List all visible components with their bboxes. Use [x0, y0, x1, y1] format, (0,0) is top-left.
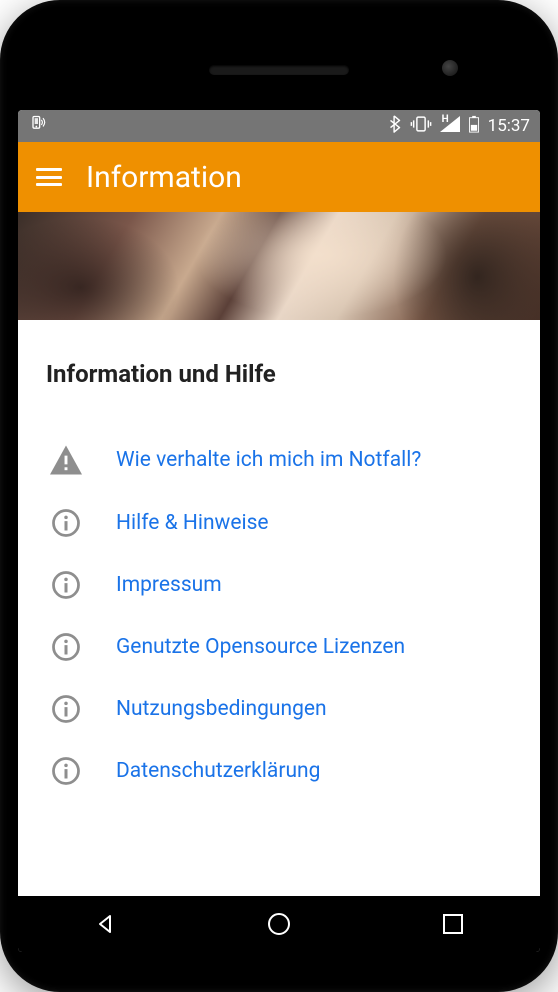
- vibrate-icon: [410, 115, 432, 137]
- info-icon: [46, 756, 86, 786]
- network-type-label: H: [442, 114, 449, 125]
- back-button[interactable]: [85, 904, 125, 944]
- speaker-slot: [209, 65, 349, 75]
- system-nav-bar: [18, 896, 540, 952]
- clock-text: 15:37: [488, 116, 530, 136]
- help-item-privacy[interactable]: Datenschutzerklärung: [46, 740, 512, 802]
- phone-speaker-area: [18, 30, 540, 110]
- warning-icon: [46, 444, 86, 476]
- status-right: H 15:37: [388, 115, 530, 137]
- recents-button[interactable]: [433, 904, 473, 944]
- phone-volume-icon: [28, 114, 48, 138]
- help-item-label: Hilfe & Hinweise: [116, 509, 512, 537]
- hero-image: [18, 212, 540, 320]
- help-item-terms[interactable]: Nutzungsbedingungen: [46, 678, 512, 740]
- action-bar: Information: [18, 142, 540, 212]
- help-item-emergency[interactable]: Wie verhalte ich mich im Notfall?: [46, 428, 512, 492]
- status-bar: H 15:37: [18, 110, 540, 142]
- signal-icon: H: [440, 116, 460, 136]
- info-icon: [46, 508, 86, 538]
- help-item-label: Wie verhalte ich mich im Notfall?: [116, 446, 512, 474]
- info-icon: [46, 570, 86, 600]
- front-camera: [442, 60, 458, 76]
- help-list: Wie verhalte ich mich im Notfall? Hilfe …: [46, 428, 512, 802]
- home-button[interactable]: [259, 904, 299, 944]
- help-item-opensource[interactable]: Genutzte Opensource Lizenzen: [46, 616, 512, 678]
- home-icon: [266, 911, 292, 937]
- hamburger-icon: [36, 168, 62, 171]
- status-left: [28, 114, 48, 138]
- info-icon: [46, 694, 86, 724]
- help-item-label: Impressum: [116, 571, 512, 599]
- back-icon: [93, 912, 117, 936]
- help-item-imprint[interactable]: Impressum: [46, 554, 512, 616]
- battery-icon: [468, 115, 480, 137]
- bluetooth-icon: [388, 115, 402, 137]
- page-title: Information: [86, 160, 242, 195]
- recents-icon: [442, 913, 464, 935]
- info-icon: [46, 632, 86, 662]
- phone-frame: H 15:37 Information Information und Hilf…: [0, 0, 558, 992]
- section-title: Information und Hilfe: [46, 360, 512, 388]
- screen: H 15:37 Information Information und Hilf…: [18, 110, 540, 952]
- menu-button[interactable]: [36, 168, 62, 186]
- content-area: Information und Hilfe Wie verhalte ich m…: [18, 320, 540, 896]
- help-item-hints[interactable]: Hilfe & Hinweise: [46, 492, 512, 554]
- help-item-label: Nutzungsbedingungen: [116, 695, 512, 723]
- help-item-label: Genutzte Opensource Lizenzen: [116, 633, 512, 661]
- help-item-label: Datenschutzerklärung: [116, 757, 512, 785]
